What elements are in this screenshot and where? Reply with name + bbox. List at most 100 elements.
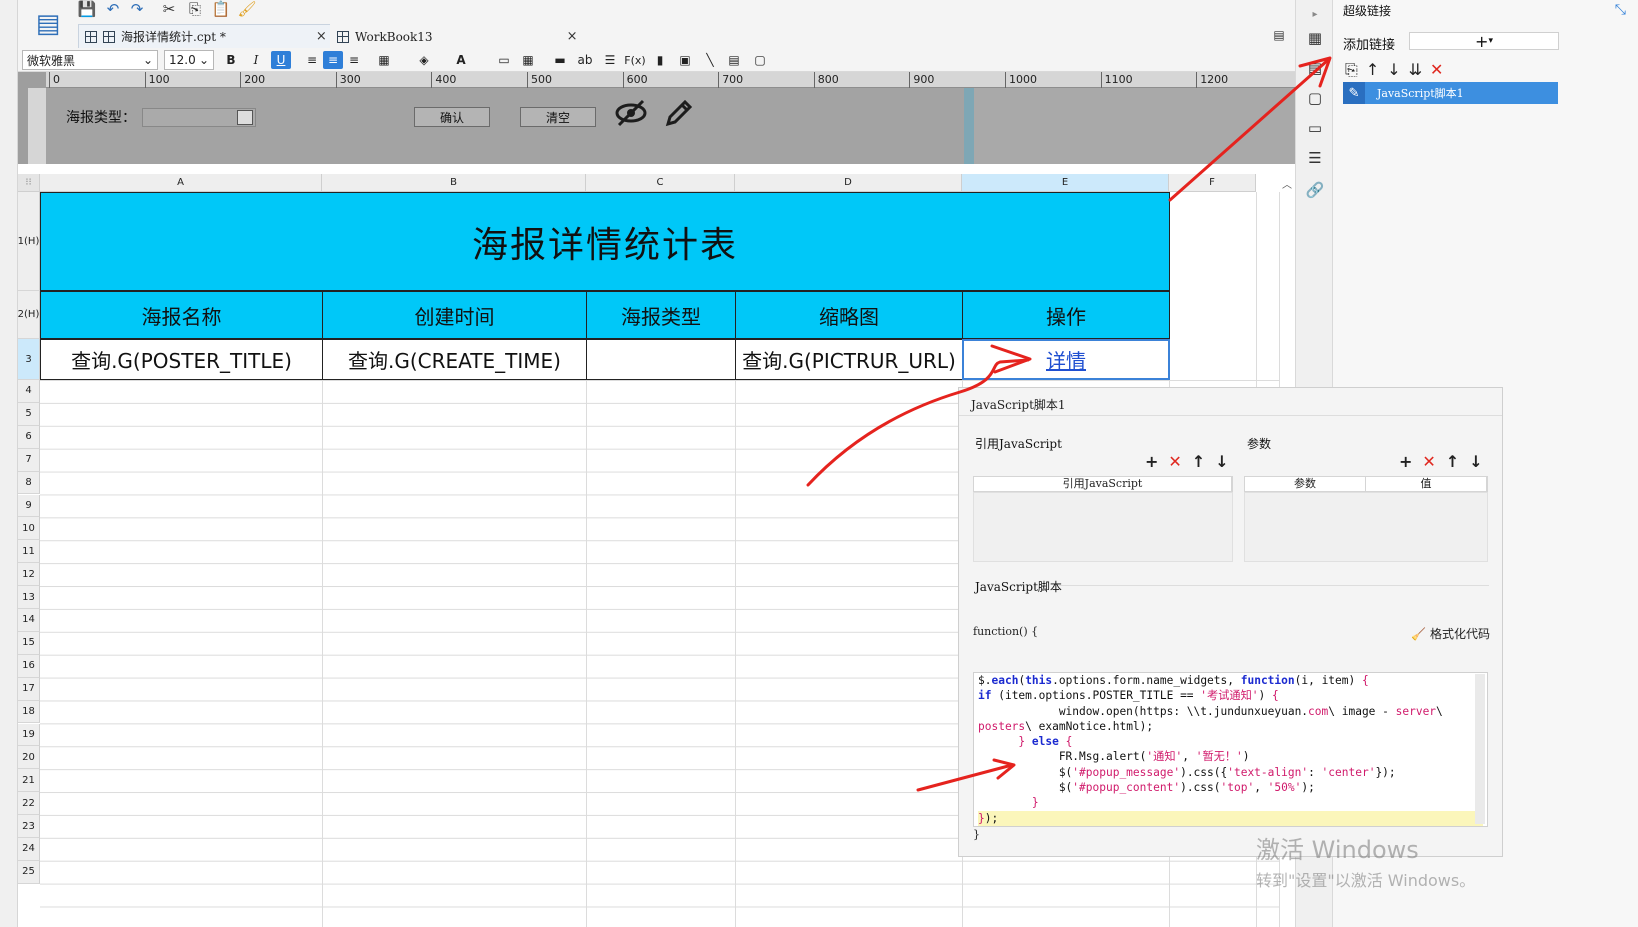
add-icon[interactable]: + xyxy=(1399,452,1412,471)
select-all-corner[interactable]: ⁝⁝ xyxy=(18,174,40,192)
row-header[interactable]: 3 xyxy=(18,339,40,380)
data-cell-poster-title[interactable]: 查询.G(POSTER_TITLE) xyxy=(40,339,323,380)
format-code-button[interactable]: 🧹 格式化代码 xyxy=(1411,625,1490,642)
bold-button[interactable]: B xyxy=(221,51,241,69)
ref-js-table[interactable] xyxy=(973,492,1233,562)
data-cell-create-time[interactable]: 查询.G(CREATE_TIME) xyxy=(322,339,587,380)
widget-icon[interactable]: ▭ xyxy=(1305,118,1325,138)
tab-list-icon[interactable]: ▤ xyxy=(1268,26,1290,44)
arrow-down-icon[interactable]: ↓ xyxy=(1387,60,1400,80)
row-header[interactable]: 23 xyxy=(18,815,40,838)
data-cell-thumbnail[interactable]: 查询.G(PICTRUR_URL) xyxy=(735,339,963,380)
format-painter-icon[interactable]: 🖌 xyxy=(236,0,258,18)
row-header[interactable]: 12 xyxy=(18,563,40,587)
column-header-d[interactable]: D xyxy=(735,174,962,192)
template-icon[interactable]: ▤ xyxy=(28,4,68,44)
formula-icon[interactable]: F(x) xyxy=(624,51,645,69)
paragraph-icon[interactable]: ☰ xyxy=(600,51,620,69)
row-header[interactable]: 21 xyxy=(18,769,40,793)
link-item[interactable]: ✎ JavaScript脚本1 xyxy=(1343,82,1558,104)
cut-icon[interactable]: ✂ xyxy=(158,0,180,18)
row-header[interactable]: 8 xyxy=(18,471,40,495)
header-cell-action[interactable]: 操作 xyxy=(962,291,1170,339)
arrow-down-icon[interactable]: ↓ xyxy=(1215,452,1228,471)
arrow-down-icon[interactable]: ↓ xyxy=(1469,452,1482,471)
column-header-c[interactable]: C xyxy=(586,174,735,192)
column-header-f[interactable]: F xyxy=(1169,174,1256,192)
fill-color-icon[interactable]: ◈ xyxy=(414,51,434,69)
border-icon[interactable]: ▦ xyxy=(374,51,394,69)
insert-slash-icon[interactable]: ▬ xyxy=(550,51,570,69)
font-family-select[interactable]: 微软雅黑 ⌄ xyxy=(22,50,158,70)
arrow-up-icon[interactable]: ↑ xyxy=(1366,60,1379,80)
chart-icon[interactable]: ▮ xyxy=(650,51,670,69)
delete-icon[interactable]: ✕ xyxy=(1422,452,1435,471)
cell-properties-icon[interactable]: ▦ xyxy=(1305,28,1325,48)
clear-button[interactable]: 清空 xyxy=(520,107,596,127)
close-icon[interactable]: × xyxy=(316,29,327,44)
align-right-icon[interactable]: ≡ xyxy=(344,51,364,69)
condition-icon[interactable]: ☰ xyxy=(1305,148,1325,168)
add-icon[interactable]: + xyxy=(1145,452,1158,471)
underline-button[interactable]: U xyxy=(271,51,291,69)
font-color-icon[interactable]: A xyxy=(451,51,471,69)
confirm-button[interactable]: 确认 xyxy=(414,107,490,127)
row-header[interactable]: 17 xyxy=(18,677,40,701)
row-header[interactable]: 1(H) xyxy=(18,192,40,291)
hide-icon[interactable] xyxy=(614,98,648,135)
arrow-up-icon[interactable]: ↑ xyxy=(1446,452,1459,471)
row-header[interactable]: 11 xyxy=(18,540,40,564)
row-header[interactable]: 19 xyxy=(18,723,40,747)
column-header-e[interactable]: E xyxy=(962,174,1169,192)
code-scrollbar[interactable] xyxy=(1475,674,1485,824)
header-cell-poster-name[interactable]: 海报名称 xyxy=(40,291,323,339)
row-header[interactable]: 2(H) xyxy=(18,291,40,339)
data-cell-poster-type[interactable] xyxy=(586,339,736,380)
align-center-icon[interactable]: ≡ xyxy=(323,51,343,69)
italic-button[interactable]: I xyxy=(246,51,266,69)
report-title-cell[interactable]: 海报详情统计表 xyxy=(40,192,1170,291)
image-icon[interactable]: ▣ xyxy=(675,51,695,69)
merge-cells-icon[interactable]: ▭ xyxy=(494,51,514,69)
text-icon[interactable]: ab xyxy=(575,51,595,69)
row-header[interactable]: 5 xyxy=(18,402,40,426)
edit-pencil-icon[interactable] xyxy=(664,98,694,135)
column-header-a[interactable]: A xyxy=(40,174,322,192)
arrow-up-icon[interactable]: ↑ xyxy=(1192,452,1205,471)
row-header[interactable]: 7 xyxy=(18,448,40,472)
pin-icon[interactable]: ⤡ xyxy=(1615,2,1626,18)
close-icon[interactable]: × xyxy=(567,29,578,44)
row-header[interactable]: 9 xyxy=(18,494,40,518)
header-cell-poster-type[interactable]: 海报类型 xyxy=(586,291,736,339)
row-header[interactable]: 15 xyxy=(18,631,40,655)
row-header[interactable]: 22 xyxy=(18,792,40,816)
data-cell-detail-link[interactable]: 详情 xyxy=(962,339,1170,380)
row-header[interactable]: 10 xyxy=(18,517,40,541)
save-icon[interactable]: 💾 xyxy=(76,0,98,18)
canvas-boundary[interactable] xyxy=(964,88,974,164)
poster-type-input[interactable] xyxy=(142,108,256,127)
calendar-icon[interactable] xyxy=(237,110,253,125)
row-header[interactable]: 18 xyxy=(18,700,40,724)
delete-icon[interactable]: ✕ xyxy=(1430,60,1443,80)
row-header[interactable]: 6 xyxy=(18,425,40,449)
row-header[interactable]: 24 xyxy=(18,838,40,861)
tab-workbook13[interactable]: WorkBook13 × xyxy=(330,24,585,48)
row-header[interactable]: 14 xyxy=(18,609,40,632)
sub-report-icon[interactable]: ▤ xyxy=(724,51,744,69)
cell-element-icon[interactable]: ▤ xyxy=(1305,58,1325,78)
row-header[interactable]: 13 xyxy=(18,586,40,609)
split-cells-icon[interactable]: ▦ xyxy=(518,51,538,69)
align-left-icon[interactable]: ≡ xyxy=(302,51,322,69)
row-header[interactable]: 16 xyxy=(18,654,40,678)
delete-icon[interactable]: ✕ xyxy=(1168,452,1181,471)
header-cell-create-time[interactable]: 创建时间 xyxy=(322,291,587,339)
cell-frame-icon[interactable]: ▢ xyxy=(1305,88,1325,108)
chevron-up-icon[interactable]: ︿ xyxy=(1280,174,1294,192)
row-header[interactable]: 4 xyxy=(18,380,40,403)
code-editor[interactable]: $.each(this.options.form.name_widgets, f… xyxy=(973,672,1488,827)
chevron-right-icon[interactable]: ▸ xyxy=(1305,4,1325,24)
hyperlink-icon[interactable]: 🔗 xyxy=(1305,180,1325,200)
redo-icon[interactable]: ↷ xyxy=(126,0,148,18)
param-table[interactable] xyxy=(1244,492,1488,562)
